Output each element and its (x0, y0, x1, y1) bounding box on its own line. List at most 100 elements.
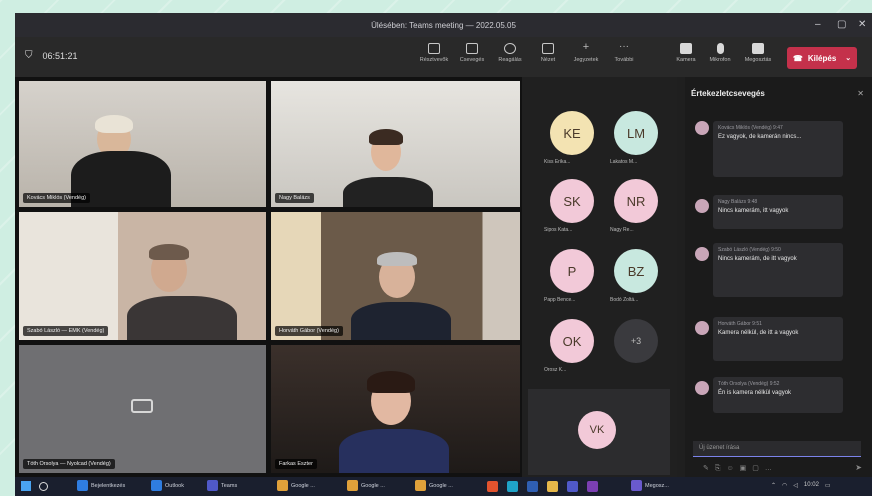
sticker-icon[interactable]: ▢ (752, 465, 765, 472)
leave-button[interactable]: ☎ Kilépés ⌄ (787, 47, 857, 69)
participant-label: Sipos Kata... (544, 227, 573, 233)
avatar (695, 121, 709, 135)
people-icon (428, 43, 440, 54)
plus-icon: + (582, 41, 590, 53)
title-bar: Ülésében: Teams meeting — 2022.05.05 – ▢… (15, 13, 872, 37)
participant-avatar[interactable]: LM (614, 111, 658, 155)
more-icon[interactable]: … (765, 465, 778, 472)
participant-avatar[interactable]: NR (614, 179, 658, 223)
clock[interactable]: 10:02 (804, 482, 819, 489)
grid-icon (542, 43, 554, 54)
start-icon[interactable] (21, 481, 31, 491)
notes-button[interactable]: + Jegyzetek (569, 41, 603, 64)
taskbar-item[interactable]: Teams (207, 480, 237, 491)
participant-label: Kiss Erika... (544, 159, 571, 165)
participant-avatar[interactable]: SK (550, 179, 594, 223)
share-button[interactable]: Megosztás (741, 43, 775, 63)
share-icon (752, 43, 764, 54)
participant-name: Kovács Miklós (Vendég) (23, 193, 90, 203)
taskbar-item[interactable]: Google ... (277, 480, 315, 491)
participant-label: Papp Bence... (544, 297, 576, 303)
send-icon[interactable]: ➤ (855, 463, 862, 472)
participant-avatar[interactable]: BZ (614, 249, 658, 293)
meeting-timer: ⛉ 06:51:21 (25, 50, 78, 61)
emoji-icon (504, 43, 516, 54)
participant-avatar[interactable]: KE (550, 111, 594, 155)
view-button[interactable]: Nézet (531, 43, 565, 63)
chat-title: Értekezletcsevegés (691, 89, 765, 98)
edge-icon[interactable] (507, 481, 518, 492)
participant-avatar[interactable]: P (550, 249, 594, 293)
gif-icon[interactable]: ▣ (740, 465, 753, 472)
avatar (695, 381, 709, 395)
app-icon (415, 480, 426, 491)
close-icon[interactable]: ✕ (857, 89, 864, 98)
search-icon[interactable] (39, 482, 48, 491)
meeting-chat-panel: Értekezletcsevegés ✕ Kovács Miklós (Vend… (685, 77, 872, 477)
system-tray: ⌃ ◠ ◁ 10:02 ▭ (771, 482, 831, 489)
app-icon (151, 480, 162, 491)
chat-message: Tóth Orsolya (Vendég) 9:52 Én is kamera … (713, 377, 843, 413)
chat-button[interactable]: Csevegés (455, 43, 489, 63)
avatar (695, 321, 709, 335)
microphone-icon (716, 43, 724, 54)
volume-icon[interactable]: ◁ (793, 482, 798, 489)
camera-off-icon (131, 399, 153, 413)
app-icon (207, 480, 218, 491)
participant-label: Orosz K... (544, 367, 567, 373)
chevron-down-icon: ⌄ (845, 55, 852, 62)
chevron-up-icon[interactable]: ⌃ (771, 482, 776, 489)
taskbar-item[interactable]: Megosz... (631, 480, 669, 491)
react-button[interactable]: Reagálás (493, 43, 527, 63)
timer-text: 06:51:21 (42, 50, 78, 61)
participant-label: Lakatos M... (610, 159, 638, 165)
teams-window: Ülésében: Teams meeting — 2022.05.05 – ▢… (15, 13, 872, 496)
chat-message: Kovács Miklós (Vendég) 9:47 Ez vagyok, d… (713, 121, 843, 177)
word-icon[interactable] (527, 481, 538, 492)
folder-icon[interactable] (547, 481, 558, 492)
app-icon (77, 480, 88, 491)
maximize-icon[interactable]: ▢ (837, 19, 846, 30)
emoji-icon[interactable]: ☺ (726, 465, 739, 472)
notification-icon[interactable]: ▭ (825, 482, 831, 489)
video-tile[interactable]: Farkas Eszter (271, 345, 520, 473)
participant-avatar[interactable]: OK (550, 319, 594, 363)
avatar (695, 247, 709, 261)
brave-icon[interactable] (487, 481, 498, 492)
video-tile[interactable]: Horváth Gábor (Vendég) (271, 212, 520, 340)
app-icon (631, 480, 642, 491)
participants-button[interactable]: Résztvevők (417, 43, 451, 63)
taskbar-item[interactable]: Outlook (151, 480, 184, 491)
video-grid: Kovács Miklós (Vendég) Nagy Balázs Szabó… (15, 77, 522, 477)
teams-icon[interactable] (567, 481, 578, 492)
participant-roster: KE Kiss Erika... LM Lakatos M... SK Sipo… (522, 77, 677, 477)
close-icon[interactable]: ✕ (858, 19, 866, 30)
taskbar-item[interactable]: Bejelentkezés (77, 480, 125, 491)
mic-button[interactable]: Mikrofon (703, 43, 737, 63)
attach-icon[interactable]: ⎘ (715, 465, 727, 472)
more-participants-avatar[interactable]: +3 (614, 319, 658, 363)
video-tile[interactable]: Szabó László — EMK (Vendég) (19, 212, 266, 340)
onenote-icon[interactable] (587, 481, 598, 492)
compose-toolbar: ✎⎘☺▣▢… (703, 464, 778, 473)
wifi-icon[interactable]: ◠ (782, 482, 787, 489)
participant-name: Nagy Balázs (275, 193, 314, 203)
phone-icon: ☎ (792, 53, 803, 63)
format-icon[interactable]: ✎ (703, 465, 715, 472)
video-tile[interactable]: Tóth Orsolya — Nyolcad (Vendég) (19, 345, 266, 473)
video-tile[interactable]: Kovács Miklós (Vendég) (19, 81, 266, 207)
more-button[interactable]: ··· További (607, 42, 641, 64)
participant-name: Szabó László — EMK (Vendég) (23, 326, 109, 336)
meeting-toolbar: ⛉ 06:51:21 Résztvevők Csevegés Reagálás … (15, 37, 872, 77)
chat-compose-input[interactable]: Új üzenet írása (693, 441, 861, 457)
app-icon (347, 480, 358, 491)
taskbar-item[interactable]: Google ... (347, 480, 385, 491)
video-tile[interactable]: Nagy Balázs (271, 81, 520, 207)
avatar (695, 199, 709, 213)
taskbar-item[interactable]: Google ... (415, 480, 453, 491)
self-avatar[interactable]: VK (578, 411, 616, 449)
camera-button[interactable]: Kamera (669, 43, 703, 63)
chat-message: Nagy Balázs 9:48 Nincs kamerám, itt vagy… (713, 195, 843, 229)
windows-taskbar: Bejelentkezés Outlook Teams Google ... G… (15, 477, 872, 496)
minimize-icon[interactable]: – (815, 19, 821, 30)
